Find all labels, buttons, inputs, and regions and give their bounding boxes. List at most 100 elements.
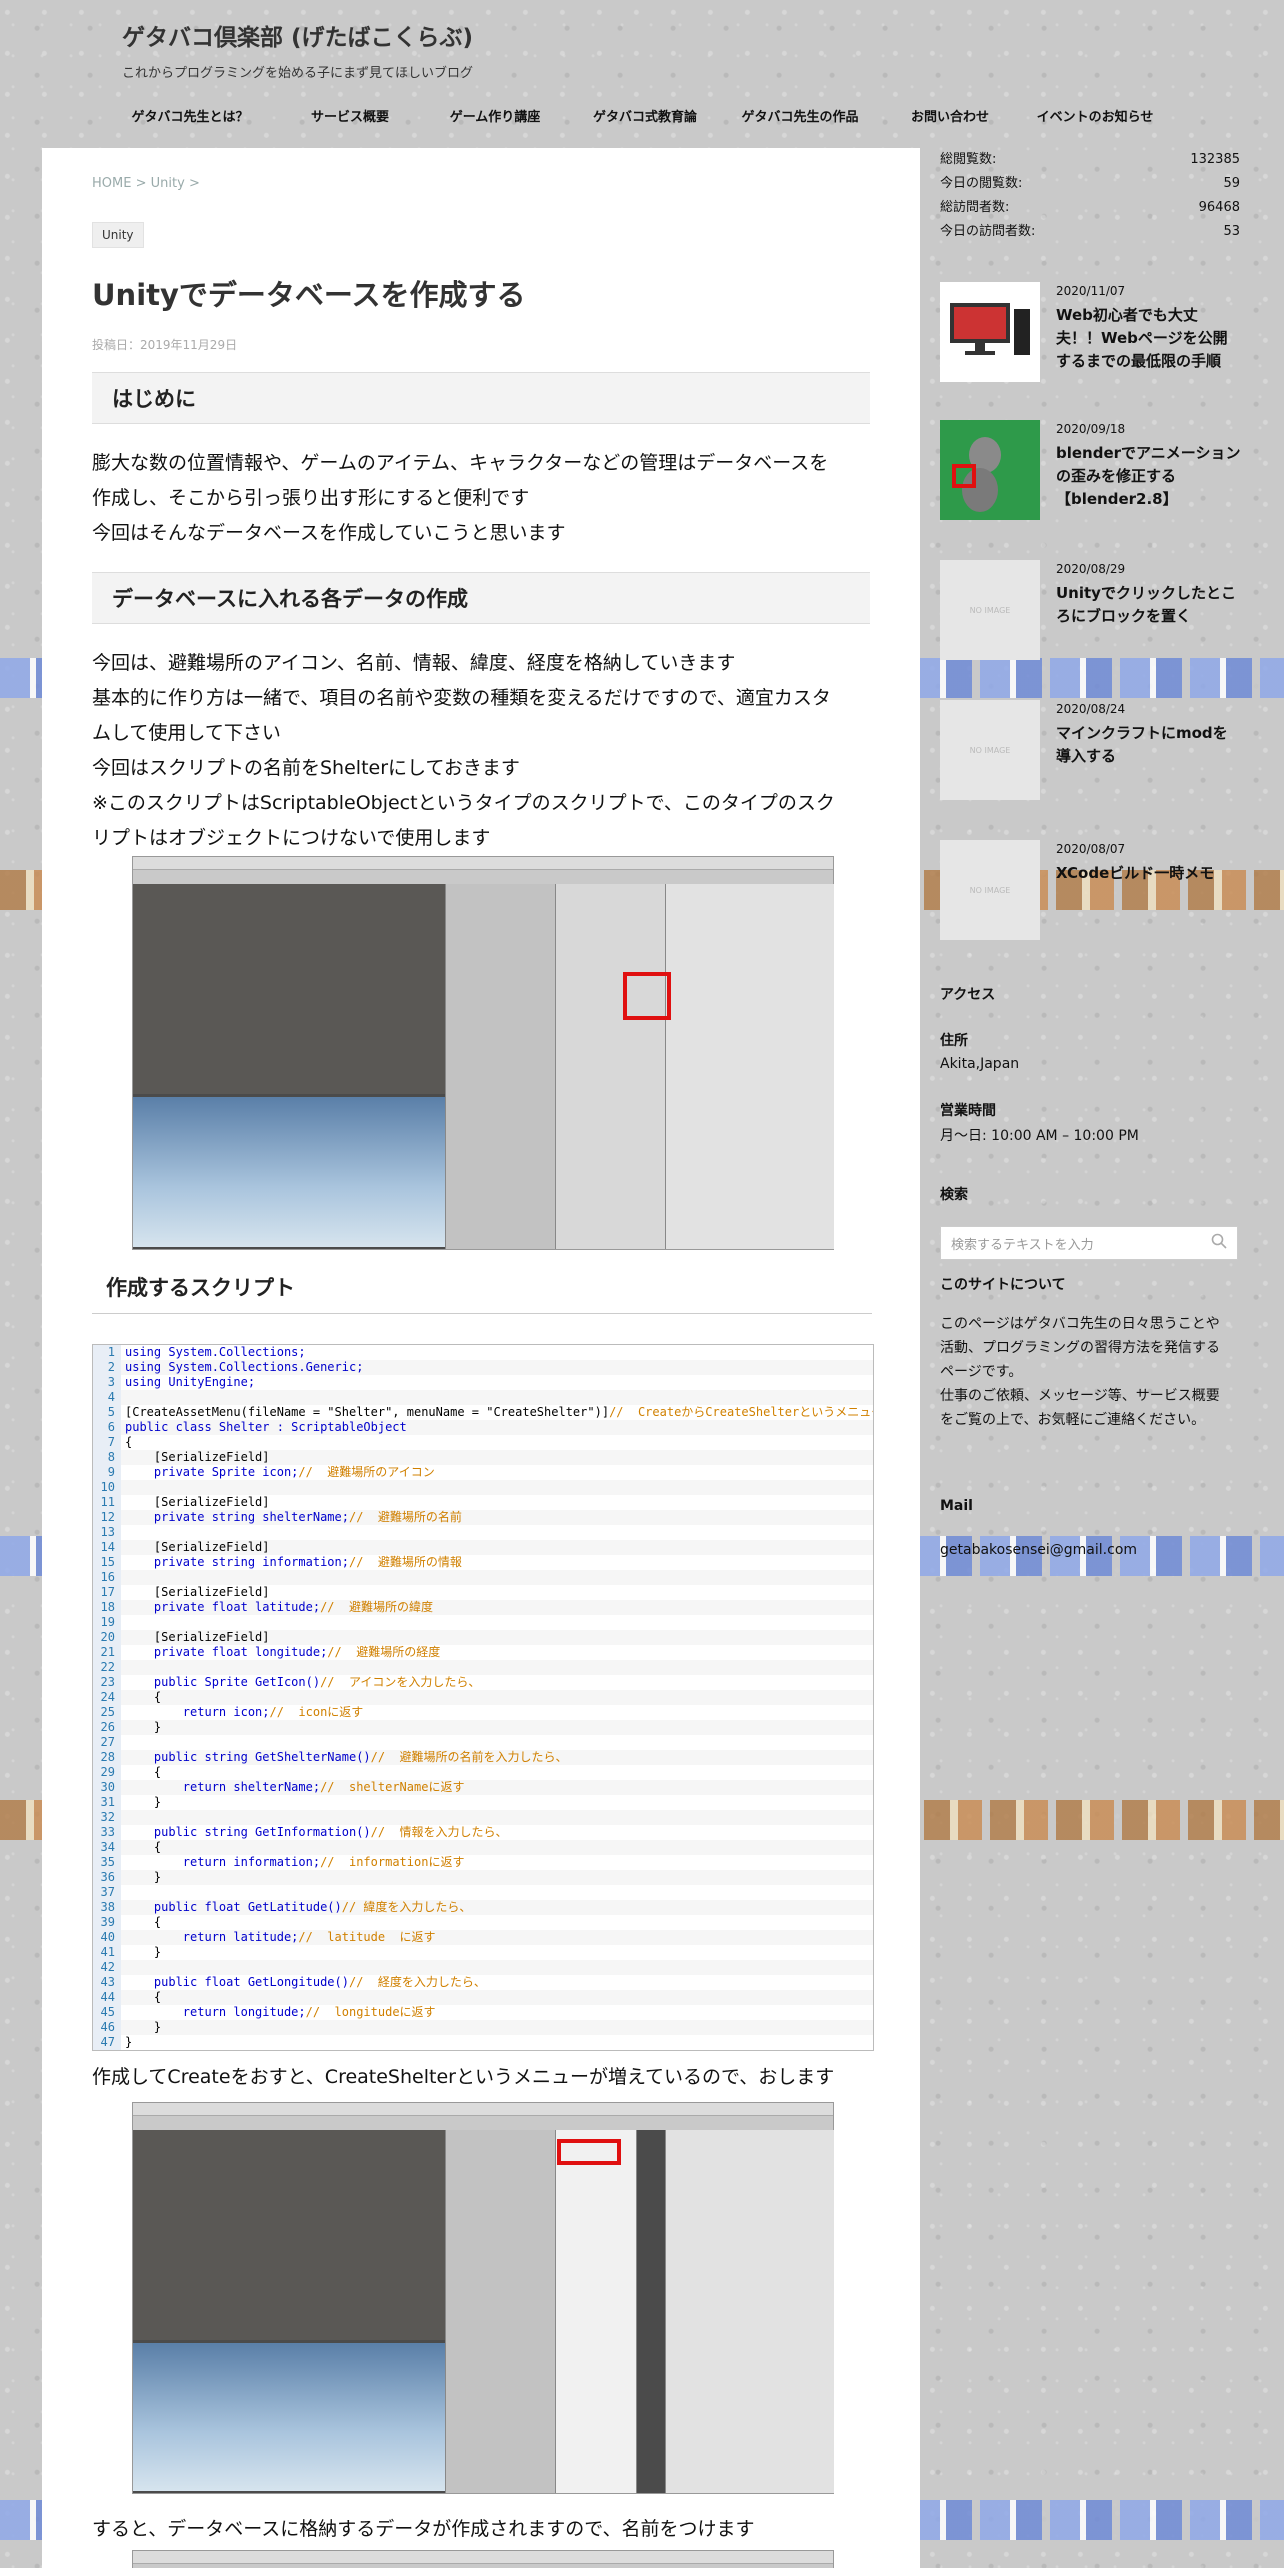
search-placeholder: 検索するテキストを入力 xyxy=(951,1237,1094,1253)
recent-post-title[interactable]: マインクラフトにmodを導入する xyxy=(1056,722,1242,768)
recent-post-thumbnail[interactable]: NO IMAGE xyxy=(940,840,1040,940)
code-line-number: 28 xyxy=(93,1750,121,1765)
code-line-number: 32 xyxy=(93,1810,121,1825)
mail-widget-title: Mail xyxy=(940,1498,973,1514)
intro-paragraph: 膨大な数の位置情報や、ゲームのアイテム、キャラクターなどの管理はデータベースを … xyxy=(92,446,872,551)
code-line-number: 18 xyxy=(93,1600,121,1615)
search-icon[interactable] xyxy=(1211,1233,1227,1253)
recent-post[interactable]: NO IMAGE 2020/08/07 XCodeビルド一時メモ xyxy=(940,840,1240,970)
code-line: 12 private string shelterName;// 避難場所の名前 xyxy=(93,1510,873,1525)
code-line: 34 { xyxy=(93,1840,873,1855)
nav-item-game-course[interactable]: ゲーム作り講座 xyxy=(420,100,570,132)
nav-item-events[interactable]: イベントのお知らせ xyxy=(1020,100,1170,132)
about-line: をご覧の上で、お気軽にご連絡ください。 xyxy=(940,1412,1206,1428)
code-line-number: 23 xyxy=(93,1675,121,1690)
code-line: 40 return latitude;// latitude に返す xyxy=(93,1930,873,1945)
intro-line: 今回はそんなデータベースを作成していこうと思います xyxy=(92,522,566,544)
breadcrumb-separator: > xyxy=(188,176,200,191)
recent-post[interactable]: NO IMAGE 2020/08/29 Unityでクリックしたところにブロック… xyxy=(940,560,1240,690)
after-shot-paragraph: すると、データベースに格納するデータが作成されますので、名前をつけます xyxy=(92,2512,872,2547)
code-line: 8 [SerializeField] xyxy=(93,1450,873,1465)
code-line-text: [SerializeField] xyxy=(125,1450,270,1464)
nav-item-about[interactable]: ゲタバコ先生とは？ xyxy=(100,100,280,132)
code-line-text: [SerializeField] xyxy=(125,1495,270,1509)
search-input[interactable]: 検索するテキストを入力 xyxy=(940,1226,1238,1260)
recent-post[interactable]: NO IMAGE 2020/08/24 マインクラフトにmodを導入する xyxy=(940,700,1240,830)
code-line-number: 31 xyxy=(93,1795,121,1810)
blender-model-icon xyxy=(952,437,1001,512)
code-line: 7{ xyxy=(93,1435,873,1450)
code-line-number: 5 xyxy=(93,1405,121,1420)
breadcrumb-category[interactable]: Unity xyxy=(151,176,185,191)
code-line-number: 33 xyxy=(93,1825,121,1840)
recent-post-title[interactable]: XCodeビルド一時メモ xyxy=(1056,862,1242,885)
code-line-number: 30 xyxy=(93,1780,121,1795)
code-line-text: return longitude;// longitudeに返す xyxy=(125,2005,436,2019)
code-line: 11 [SerializeField] xyxy=(93,1495,873,1510)
code-line-number: 45 xyxy=(93,2005,121,2020)
code-line-text: { xyxy=(125,1765,162,1779)
recent-post-date: 2020/08/07 xyxy=(1056,842,1126,856)
article-container: HOME > Unity > Unity Unityでデータベースを作成する 投… xyxy=(42,148,920,2568)
about-widget-title: このサイトについて xyxy=(940,1277,1066,1293)
code-line: 43 public float GetLongitude()// 経度を入力した… xyxy=(93,1975,873,1990)
recent-post-thumbnail[interactable] xyxy=(940,282,1040,382)
recent-post[interactable]: 2020/09/18 blenderでアニメーションの歪みを修正する【blend… xyxy=(940,420,1240,550)
recent-post-date: 2020/09/18 xyxy=(1056,422,1126,436)
code-line-number: 40 xyxy=(93,1930,121,1945)
recent-post-thumbnail[interactable]: NO IMAGE xyxy=(940,700,1040,800)
recent-post-title[interactable]: Web初心者でも大丈夫！！Webページを公開するまでの最低限の手順 xyxy=(1056,304,1242,373)
breadcrumb-home[interactable]: HOME xyxy=(92,176,131,191)
post-title: Unityでデータベースを作成する xyxy=(92,278,526,312)
nav-item-education[interactable]: ゲタバコ式教育論 xyxy=(570,100,720,132)
code-line-number: 14 xyxy=(93,1540,121,1555)
hours-text: 月～日: 10:00 AM – 10:00 PM xyxy=(940,1128,1139,1144)
code-line-text: private string information;// 避難場所の情報 xyxy=(125,1555,462,1569)
code-line: 15 private string information;// 避難場所の情報 xyxy=(93,1555,873,1570)
code-line-number: 13 xyxy=(93,1525,121,1540)
category-tag[interactable]: Unity xyxy=(92,222,144,248)
code-line-text: } xyxy=(125,1720,162,1734)
code-line: 6 public class Shelter : ScriptableObject xyxy=(93,1420,873,1435)
after-code-paragraph: 作成してCreateをおすと、CreateShelterというメニューが増えてい… xyxy=(92,2060,872,2095)
code-line-number: 15 xyxy=(93,1555,121,1570)
code-line-text: } xyxy=(125,1870,162,1884)
nav-item-contact[interactable]: お問い合わせ xyxy=(880,100,1020,132)
recent-post-thumbnail[interactable]: NO IMAGE xyxy=(940,560,1040,660)
recent-post[interactable]: 2020/11/07 Web初心者でも大丈夫！！Webページを公開するまでの最低… xyxy=(940,282,1240,412)
recent-post-thumbnail[interactable] xyxy=(940,420,1040,520)
recent-post-title[interactable]: Unityでクリックしたところにブロックを置く xyxy=(1056,582,1242,628)
code-line: 39 { xyxy=(93,1915,873,1930)
code-line-number: 22 xyxy=(93,1660,121,1675)
recent-post-title[interactable]: blenderでアニメーションの歪みを修正する【blender2.8】 xyxy=(1056,442,1242,511)
about-line: ページです。 xyxy=(940,1364,1023,1380)
nav-item-works[interactable]: ゲタバコ先生の作品 xyxy=(720,100,880,132)
mail-address[interactable]: getabakosensei@gmail.com xyxy=(940,1538,1137,1562)
code-line-number: 35 xyxy=(93,1855,121,1870)
code-line-number: 10 xyxy=(93,1480,121,1495)
code-line-text: [SerializeField] xyxy=(125,1585,270,1599)
heading-data: データベースに入れる各データの作成 xyxy=(92,572,870,624)
nav-item-services[interactable]: サービス概要 xyxy=(280,100,420,132)
code-line-number: 44 xyxy=(93,1990,121,2005)
heading-script: 作成するスクリプト xyxy=(92,1270,872,1314)
code-line: 33 public string GetInformation()// 情報を入… xyxy=(93,1825,873,1840)
code-line: 45 return longitude;// longitudeに返す xyxy=(93,2005,873,2020)
address-text: Akita,Japan xyxy=(940,1056,1020,1072)
code-line-text: return latitude;// latitude に返す xyxy=(125,1930,436,1944)
code-line-text: { xyxy=(125,1915,162,1929)
code-line-number: 11 xyxy=(93,1495,121,1510)
access-counter: 総閲覧数: 132385 今日の閲覧数: 59 総訪問者数: 96468 今日の訪問者… xyxy=(940,148,1240,244)
hours-title: 営業時間 xyxy=(940,1103,996,1119)
code-line-text: [SerializeField] xyxy=(125,1630,270,1644)
code-line: 19 xyxy=(93,1615,873,1630)
site-title[interactable]: ゲタバコ倶楽部 (げたばこくらぶ) xyxy=(122,18,473,52)
code-line: 20 [SerializeField] xyxy=(93,1630,873,1645)
computer-icon xyxy=(950,303,1030,355)
unity-screenshot-3 xyxy=(132,2550,834,2568)
code-line: 10 xyxy=(93,1480,873,1495)
